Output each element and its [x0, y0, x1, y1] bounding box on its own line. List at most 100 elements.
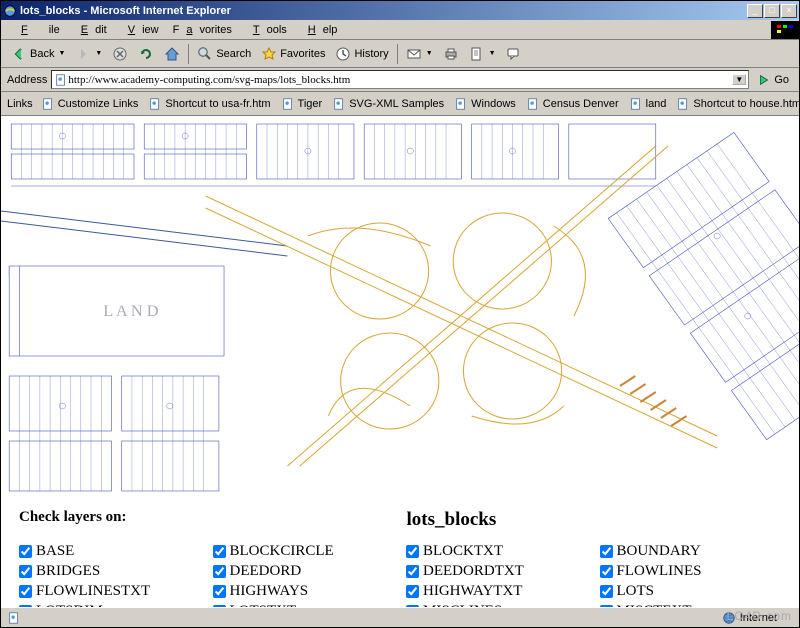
discuss-button[interactable]: [502, 44, 526, 64]
mail-button[interactable]: ▼: [402, 44, 437, 64]
page-icon: [629, 97, 643, 111]
layer-lotsdim[interactable]: LOTSDIM: [19, 603, 201, 607]
page-icon: [526, 97, 540, 111]
layer-checkbox-blockcircle[interactable]: [213, 545, 226, 558]
layer-flowlinestxt[interactable]: FLOWLINESTXT: [19, 583, 201, 600]
layer-lotstxt[interactable]: LOTSTXT: [213, 603, 395, 607]
forward-icon: [75, 46, 91, 62]
go-button[interactable]: Go: [753, 71, 793, 89]
home-button[interactable]: [160, 44, 184, 64]
check-layers-label: Check layers on:: [19, 509, 127, 531]
status-page-icon: [7, 611, 21, 625]
go-icon: [757, 73, 771, 87]
link-item-6[interactable]: land: [629, 97, 667, 111]
stop-icon: [112, 46, 128, 62]
discuss-icon: [506, 46, 522, 62]
search-button[interactable]: Search: [193, 44, 255, 64]
menubar: File Edit View Favorites Tools Help: [1, 20, 799, 40]
layer-misclines[interactable]: MISCLINES: [406, 603, 588, 607]
minimize-button[interactable]: _: [747, 4, 763, 18]
layer-checkbox-boundary[interactable]: [600, 545, 613, 558]
link-item-0[interactable]: Customize Links: [41, 97, 139, 111]
address-label: Address: [7, 74, 47, 86]
layer-checkbox-lotsdim[interactable]: [19, 605, 32, 607]
back-button[interactable]: Back▼: [7, 44, 69, 64]
page-icon: [332, 97, 346, 111]
links-label: Links: [7, 98, 33, 110]
menu-view[interactable]: View: [114, 22, 166, 38]
back-icon: [11, 46, 27, 62]
link-item-5[interactable]: Census Denver: [526, 97, 619, 111]
layer-checkbox-highwaytxt[interactable]: [406, 585, 419, 598]
stop-button[interactable]: [108, 44, 132, 64]
link-item-2[interactable]: Tiger: [281, 97, 323, 111]
layer-checkbox-highways[interactable]: [213, 585, 226, 598]
menu-help[interactable]: Help: [294, 22, 345, 38]
link-item-4[interactable]: Windows: [454, 97, 516, 111]
watermark: LO4D.com: [727, 609, 792, 623]
mail-icon: [406, 46, 422, 62]
layer-checkbox-base[interactable]: [19, 545, 32, 558]
page-icon: [454, 97, 468, 111]
forward-button[interactable]: ▼: [71, 44, 106, 64]
ie-icon: [3, 4, 17, 18]
svg-text:L A N D: L A N D: [103, 303, 159, 320]
layer-checkbox-deedord[interactable]: [213, 565, 226, 578]
ie-logo: [771, 21, 799, 39]
print-button[interactable]: [439, 44, 463, 64]
menu-edit[interactable]: Edit: [67, 22, 114, 38]
history-icon: [335, 46, 351, 62]
layer-bridges[interactable]: BRIDGES: [19, 563, 201, 580]
edit-icon: [469, 46, 485, 62]
home-icon: [164, 46, 180, 62]
layer-checkbox-deedordtxt[interactable]: [406, 565, 419, 578]
favorites-button[interactable]: Favorites: [257, 44, 329, 64]
link-item-1[interactable]: Shortcut to usa-fr.htm: [148, 97, 270, 111]
layer-misctext[interactable]: MISCTEXT: [600, 603, 782, 607]
page-icon: [148, 97, 162, 111]
page-icon: [54, 73, 68, 87]
svg-map[interactable]: L A N D: [1, 116, 799, 496]
refresh-button[interactable]: [134, 44, 158, 64]
link-item-7[interactable]: Shortcut to house.html: [676, 97, 799, 111]
layers-panel: Check layers on: lots_blocks BASE BLOCKCI…: [1, 499, 799, 607]
menu-favorites[interactable]: Favorites: [166, 22, 239, 38]
layer-flowlines[interactable]: FLOWLINES: [600, 563, 782, 580]
layer-checkbox-lotstxt[interactable]: [213, 605, 226, 607]
url-input[interactable]: [68, 74, 732, 86]
maximize-button[interactable]: □: [764, 4, 780, 18]
menu-file[interactable]: File: [7, 22, 67, 38]
page-icon: [41, 97, 55, 111]
url-field[interactable]: ▼: [51, 70, 749, 89]
history-button[interactable]: History: [331, 44, 392, 64]
layer-blockcircle[interactable]: BLOCKCIRCLE: [213, 543, 395, 560]
close-button[interactable]: ×: [781, 4, 797, 18]
layer-blocktxt[interactable]: BLOCKTXT: [406, 543, 588, 560]
layer-checkbox-bridges[interactable]: [19, 565, 32, 578]
addressbar: Address ▼ Go: [1, 68, 799, 92]
layer-checkbox-flowlines[interactable]: [600, 565, 613, 578]
refresh-icon: [138, 46, 154, 62]
layer-deedord[interactable]: DEEDORD: [213, 563, 395, 580]
layer-checkbox-lots[interactable]: [600, 585, 613, 598]
url-dropdown[interactable]: ▼: [732, 74, 746, 85]
layer-lots[interactable]: LOTS: [600, 583, 782, 600]
page-title: lots_blocks: [407, 509, 497, 531]
statusbar: Internet: [1, 607, 799, 627]
layer-deedordtxt[interactable]: DEEDORDTXT: [406, 563, 588, 580]
edit-button[interactable]: ▼: [465, 44, 500, 64]
content-area: L A N D: [1, 116, 799, 607]
layer-highways[interactable]: HIGHWAYS: [213, 583, 395, 600]
menu-tools[interactable]: Tools: [239, 22, 294, 38]
layer-checkbox-misclines[interactable]: [406, 605, 419, 607]
layer-checkbox-misctext[interactable]: [600, 605, 613, 607]
page-icon: [676, 97, 690, 111]
layer-checkbox-flowlinestxt[interactable]: [19, 585, 32, 598]
link-item-3[interactable]: SVG-XML Samples: [332, 97, 444, 111]
layer-highwaytxt[interactable]: HIGHWAYTXT: [406, 583, 588, 600]
layer-checkbox-blocktxt[interactable]: [406, 545, 419, 558]
window-title: lots_blocks - Microsoft Internet Explore…: [20, 5, 747, 17]
layer-boundary[interactable]: BOUNDARY: [600, 543, 782, 560]
layer-base[interactable]: BASE: [19, 543, 201, 560]
search-icon: [197, 46, 213, 62]
